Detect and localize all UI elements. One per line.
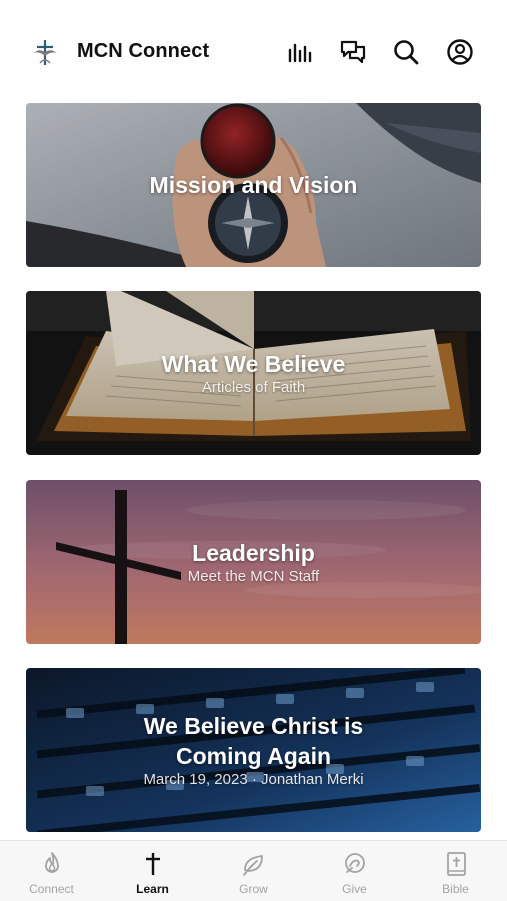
card-title: Mission and Vision — [149, 172, 358, 198]
tab-label: Bible — [442, 882, 469, 896]
app-header: MCN Connect — [0, 0, 507, 96]
chat-bubbles-icon[interactable] — [339, 38, 367, 66]
tab-learn[interactable]: Learn — [102, 841, 203, 901]
give-icon — [341, 850, 369, 878]
card-text: We Believe Christ is Coming Again March … — [26, 668, 481, 832]
card-subtitle: March 19, 2023 · Jonathan Merki — [143, 771, 364, 788]
card-text: What We Believe Articles of Faith — [26, 291, 481, 455]
tab-label: Connect — [29, 882, 74, 896]
card-sermon-christ-coming-again[interactable]: We Believe Christ is Coming Again March … — [26, 668, 481, 832]
bottom-tab-bar: Connect Learn Grow Give Bible — [0, 840, 507, 901]
card-mission-and-vision[interactable]: Mission and Vision — [26, 103, 481, 267]
card-what-we-believe[interactable]: What We Believe Articles of Faith — [26, 291, 481, 455]
leaf-icon — [240, 850, 268, 878]
card-text: Leadership Meet the MCN Staff — [26, 480, 481, 644]
bar-chart-icon[interactable] — [286, 38, 314, 66]
tab-grow[interactable]: Grow — [203, 841, 304, 901]
card-subtitle: Articles of Faith — [201, 379, 306, 396]
profile-icon[interactable] — [446, 38, 474, 66]
tab-give[interactable]: Give — [304, 841, 405, 901]
bible-icon — [442, 850, 470, 878]
card-subtitle: Meet the MCN Staff — [187, 568, 320, 585]
tab-label: Grow — [239, 882, 268, 896]
card-title: We Believe Christ is Coming Again — [143, 713, 364, 769]
cross-dove-logo-icon — [30, 37, 60, 67]
card-title: What We Believe — [161, 351, 346, 377]
card-title: Leadership — [192, 540, 315, 566]
tab-bible[interactable]: Bible — [405, 841, 506, 901]
card-text: Mission and Vision — [26, 103, 481, 267]
tab-connect[interactable]: Connect — [1, 841, 102, 901]
card-leadership[interactable]: Leadership Meet the MCN Staff — [26, 480, 481, 644]
search-icon[interactable] — [392, 38, 420, 66]
app-title: MCN Connect — [77, 40, 210, 62]
cross-icon — [139, 850, 167, 878]
flame-icon — [38, 850, 66, 878]
tab-label: Learn — [136, 882, 169, 896]
tab-label: Give — [342, 882, 367, 896]
